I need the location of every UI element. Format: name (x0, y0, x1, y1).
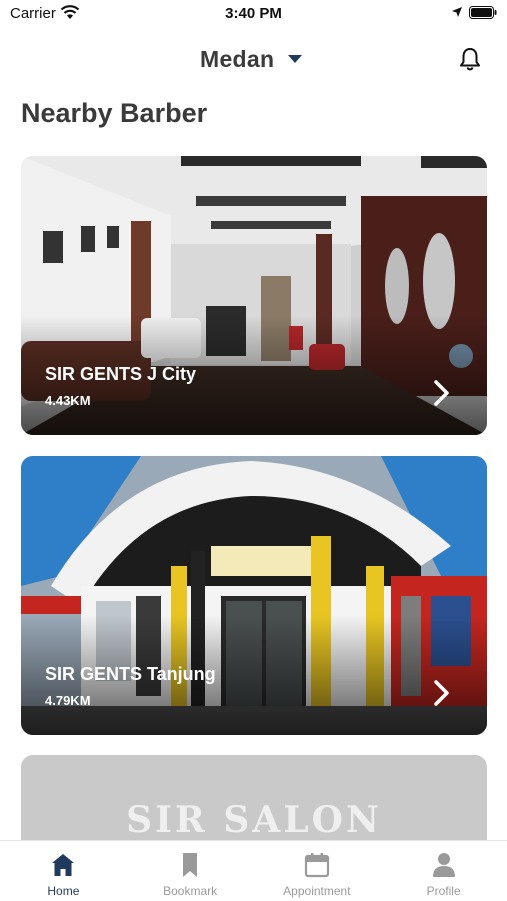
city-selector[interactable]: Medan (200, 44, 303, 74)
calendar-icon (304, 853, 329, 878)
tab-appointment-label: Appointment (283, 884, 351, 898)
bottom-tab-bar: Home Bookmark Appointment Profile (0, 840, 507, 901)
barber-card[interactable]: SIR GENTS Tanjung 4.79KM (21, 456, 487, 735)
status-time: 3:40 PM (225, 5, 282, 22)
barber-distance: 4.43KM (45, 393, 91, 408)
section-title: Nearby Barber (21, 98, 208, 128)
person-icon (432, 853, 455, 877)
tab-home[interactable]: Home (0, 841, 127, 901)
bookmark-icon (183, 853, 198, 877)
chevron-right-icon (434, 380, 449, 406)
salon-sign-text: SIR SALON (126, 799, 382, 841)
home-icon (52, 854, 75, 876)
barber-name: SIR GENTS J City (45, 364, 197, 384)
tab-bookmark-label: Bookmark (163, 884, 218, 898)
location-arrow-icon (452, 7, 462, 17)
tab-profile[interactable]: Profile (380, 841, 507, 901)
tab-appointment[interactable]: Appointment (254, 841, 381, 901)
battery-icon (469, 6, 497, 19)
notification-bell-icon[interactable] (458, 46, 482, 72)
barber-name: SIR GENTS Tanjung (45, 664, 216, 684)
tab-home-label: Home (47, 884, 80, 898)
tab-profile-label: Profile (426, 884, 461, 898)
barber-card[interactable]: SIR GENTS J City 4.43KM (21, 156, 487, 435)
chevron-right-icon (434, 680, 449, 706)
city-name: Medan (200, 45, 275, 72)
barber-distance: 4.79KM (45, 693, 91, 708)
tab-bookmark[interactable]: Bookmark (127, 841, 254, 901)
caret-down-icon (288, 55, 303, 63)
status-bar: Carrier 3:40 PM (0, 0, 507, 30)
top-header: Medan (0, 36, 507, 82)
